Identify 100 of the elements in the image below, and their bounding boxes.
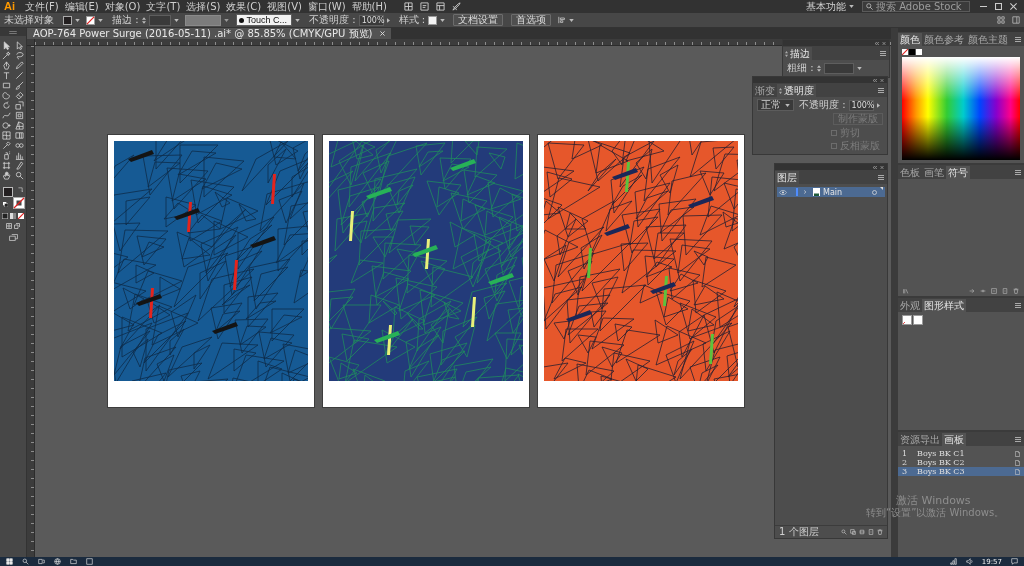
panel-menu-icon[interactable] [1015, 302, 1021, 308]
layer-row[interactable]: Main [777, 187, 885, 197]
style-thumbnail-icon[interactable] [913, 315, 923, 325]
panel-tab[interactable]: 符号 [946, 166, 970, 179]
scale-icon[interactable] [15, 101, 24, 110]
document-tab[interactable]: AOP-764 Power Surge (2016-05-11) .ai* @ 85.85% (CMYK/GPU 预览) [27, 28, 391, 39]
panel-tab[interactable]: 透明度 [777, 84, 816, 97]
menu-item[interactable]: 效果(C) [223, 0, 265, 13]
search-icon[interactable] [22, 558, 29, 565]
fill-swatch-icon[interactable] [2, 187, 13, 197]
expand-arrows-icon[interactable] [785, 50, 788, 57]
shape-builder-icon[interactable] [2, 121, 11, 130]
color-mode-icon[interactable] [2, 213, 8, 219]
clip-icon[interactable] [859, 529, 865, 535]
layout-icon[interactable] [435, 2, 445, 11]
document-icon[interactable] [1015, 450, 1020, 457]
caret-icon[interactable] [75, 18, 80, 22]
stroke-swatch-icon[interactable] [86, 15, 95, 25]
width-profile-field[interactable] [184, 14, 221, 26]
type-icon[interactable] [2, 71, 11, 80]
panel-tab[interactable]: 画板 [942, 433, 966, 446]
library-icon[interactable] [903, 288, 909, 294]
panel-menu-icon[interactable] [1015, 36, 1021, 42]
screen-mode-icon[interactable] [8, 234, 18, 241]
lasso-icon[interactable] [15, 51, 24, 60]
fill-swatch-icon[interactable] [63, 15, 72, 25]
caret-icon[interactable] [295, 18, 301, 22]
stock-search-field[interactable]: 搜索 Adobe Stock [862, 1, 970, 12]
rotate-icon[interactable] [2, 101, 11, 110]
caret-icon[interactable] [98, 18, 103, 22]
panel-tab[interactable]: 描边 [783, 47, 812, 60]
expand-arrows-icon[interactable] [779, 87, 782, 94]
panel-menu-icon[interactable] [878, 174, 884, 180]
paintbrush-icon[interactable] [15, 81, 24, 90]
minimize-icon[interactable] [980, 3, 987, 10]
menu-item[interactable]: 文字(T) [143, 0, 184, 13]
pencil-icon[interactable] [15, 61, 24, 70]
globe-icon[interactable] [54, 558, 61, 565]
grip-icon[interactable] [9, 30, 17, 34]
brush-field[interactable]: Touch C... [235, 14, 293, 26]
default-colors-icon[interactable] [2, 202, 8, 207]
rectangle-icon[interactable] [2, 81, 11, 90]
collapse-icon[interactable] [873, 165, 877, 169]
grid-dots-icon[interactable] [997, 16, 1005, 24]
trash-icon[interactable] [877, 529, 883, 535]
target-ring-icon[interactable] [872, 189, 877, 195]
panel-menu-icon[interactable] [878, 87, 884, 93]
menu-item[interactable]: 视图(V) [264, 0, 305, 13]
caret-icon[interactable] [440, 18, 446, 22]
magic-wand-icon[interactable] [2, 51, 11, 60]
magnifier-icon[interactable] [841, 529, 847, 535]
menu-item[interactable]: 帮助(H) [348, 0, 390, 13]
close-icon[interactable] [379, 31, 385, 36]
style-swatch-icon[interactable] [428, 15, 438, 25]
blend-mode-dropdown[interactable]: 正常 [757, 99, 794, 111]
eye-icon[interactable] [779, 189, 787, 195]
eraser-icon[interactable] [15, 91, 24, 100]
opacity-field[interactable]: 100% [358, 14, 384, 26]
menu-item[interactable]: 对象(O) [101, 0, 144, 13]
opacity-field[interactable]: 100% [848, 99, 874, 111]
arrow-pointer-icon[interactable] [2, 41, 11, 50]
spinner-arrows-icon[interactable] [141, 16, 146, 24]
maximize-icon[interactable] [995, 3, 1002, 10]
sublayer-icon[interactable] [850, 529, 856, 535]
panel-menu-icon[interactable] [880, 50, 886, 56]
arrow-right-icon[interactable] [969, 288, 975, 294]
panel-tab[interactable]: 颜色主题 [966, 33, 1010, 46]
panel-tab[interactable]: 资源导出 [898, 433, 942, 446]
mesh-icon[interactable] [2, 131, 11, 140]
document-icon[interactable] [1015, 459, 1020, 466]
panel-tab[interactable]: 色板 [898, 166, 922, 179]
hand-icon[interactable] [2, 171, 11, 180]
chevron-right-icon[interactable] [876, 102, 880, 108]
draw-mode-icon[interactable] [6, 223, 12, 229]
caret-icon[interactable] [856, 66, 862, 70]
align-icon[interactable] [558, 16, 567, 24]
pen-nib-icon[interactable] [2, 61, 11, 70]
panel-tab[interactable]: 画笔 [922, 166, 946, 179]
broken-link-icon[interactable] [980, 288, 986, 294]
slice-icon[interactable] [15, 161, 24, 170]
line-segment-icon[interactable] [15, 71, 24, 80]
collapse-icon[interactable] [873, 78, 877, 82]
square-app-icon[interactable] [419, 2, 429, 11]
menu-item[interactable]: 选择(S) [183, 0, 224, 13]
artboard-row[interactable]: 3 Boys BK C3 [898, 467, 1024, 476]
network-icon[interactable] [949, 558, 957, 565]
task-view-icon[interactable] [38, 558, 45, 565]
warp-icon[interactable] [2, 111, 11, 120]
preferences-button[interactable]: 首选项 [511, 14, 552, 26]
panel-tab[interactable]: 外观 [898, 299, 922, 312]
color-spectrum[interactable] [902, 57, 1020, 160]
style-thumbnail-icon[interactable] [902, 315, 912, 325]
gradient-icon[interactable] [15, 131, 24, 140]
menu-item[interactable]: 编辑(E) [61, 0, 102, 13]
stroke-weight-field[interactable] [148, 14, 171, 26]
panel-tab[interactable]: 颜色 [898, 33, 922, 46]
menu-item[interactable]: 窗口(W) [304, 0, 349, 13]
close-icon[interactable] [1010, 3, 1017, 10]
free-transform-icon[interactable] [15, 111, 24, 120]
blend-icon[interactable] [15, 141, 24, 150]
